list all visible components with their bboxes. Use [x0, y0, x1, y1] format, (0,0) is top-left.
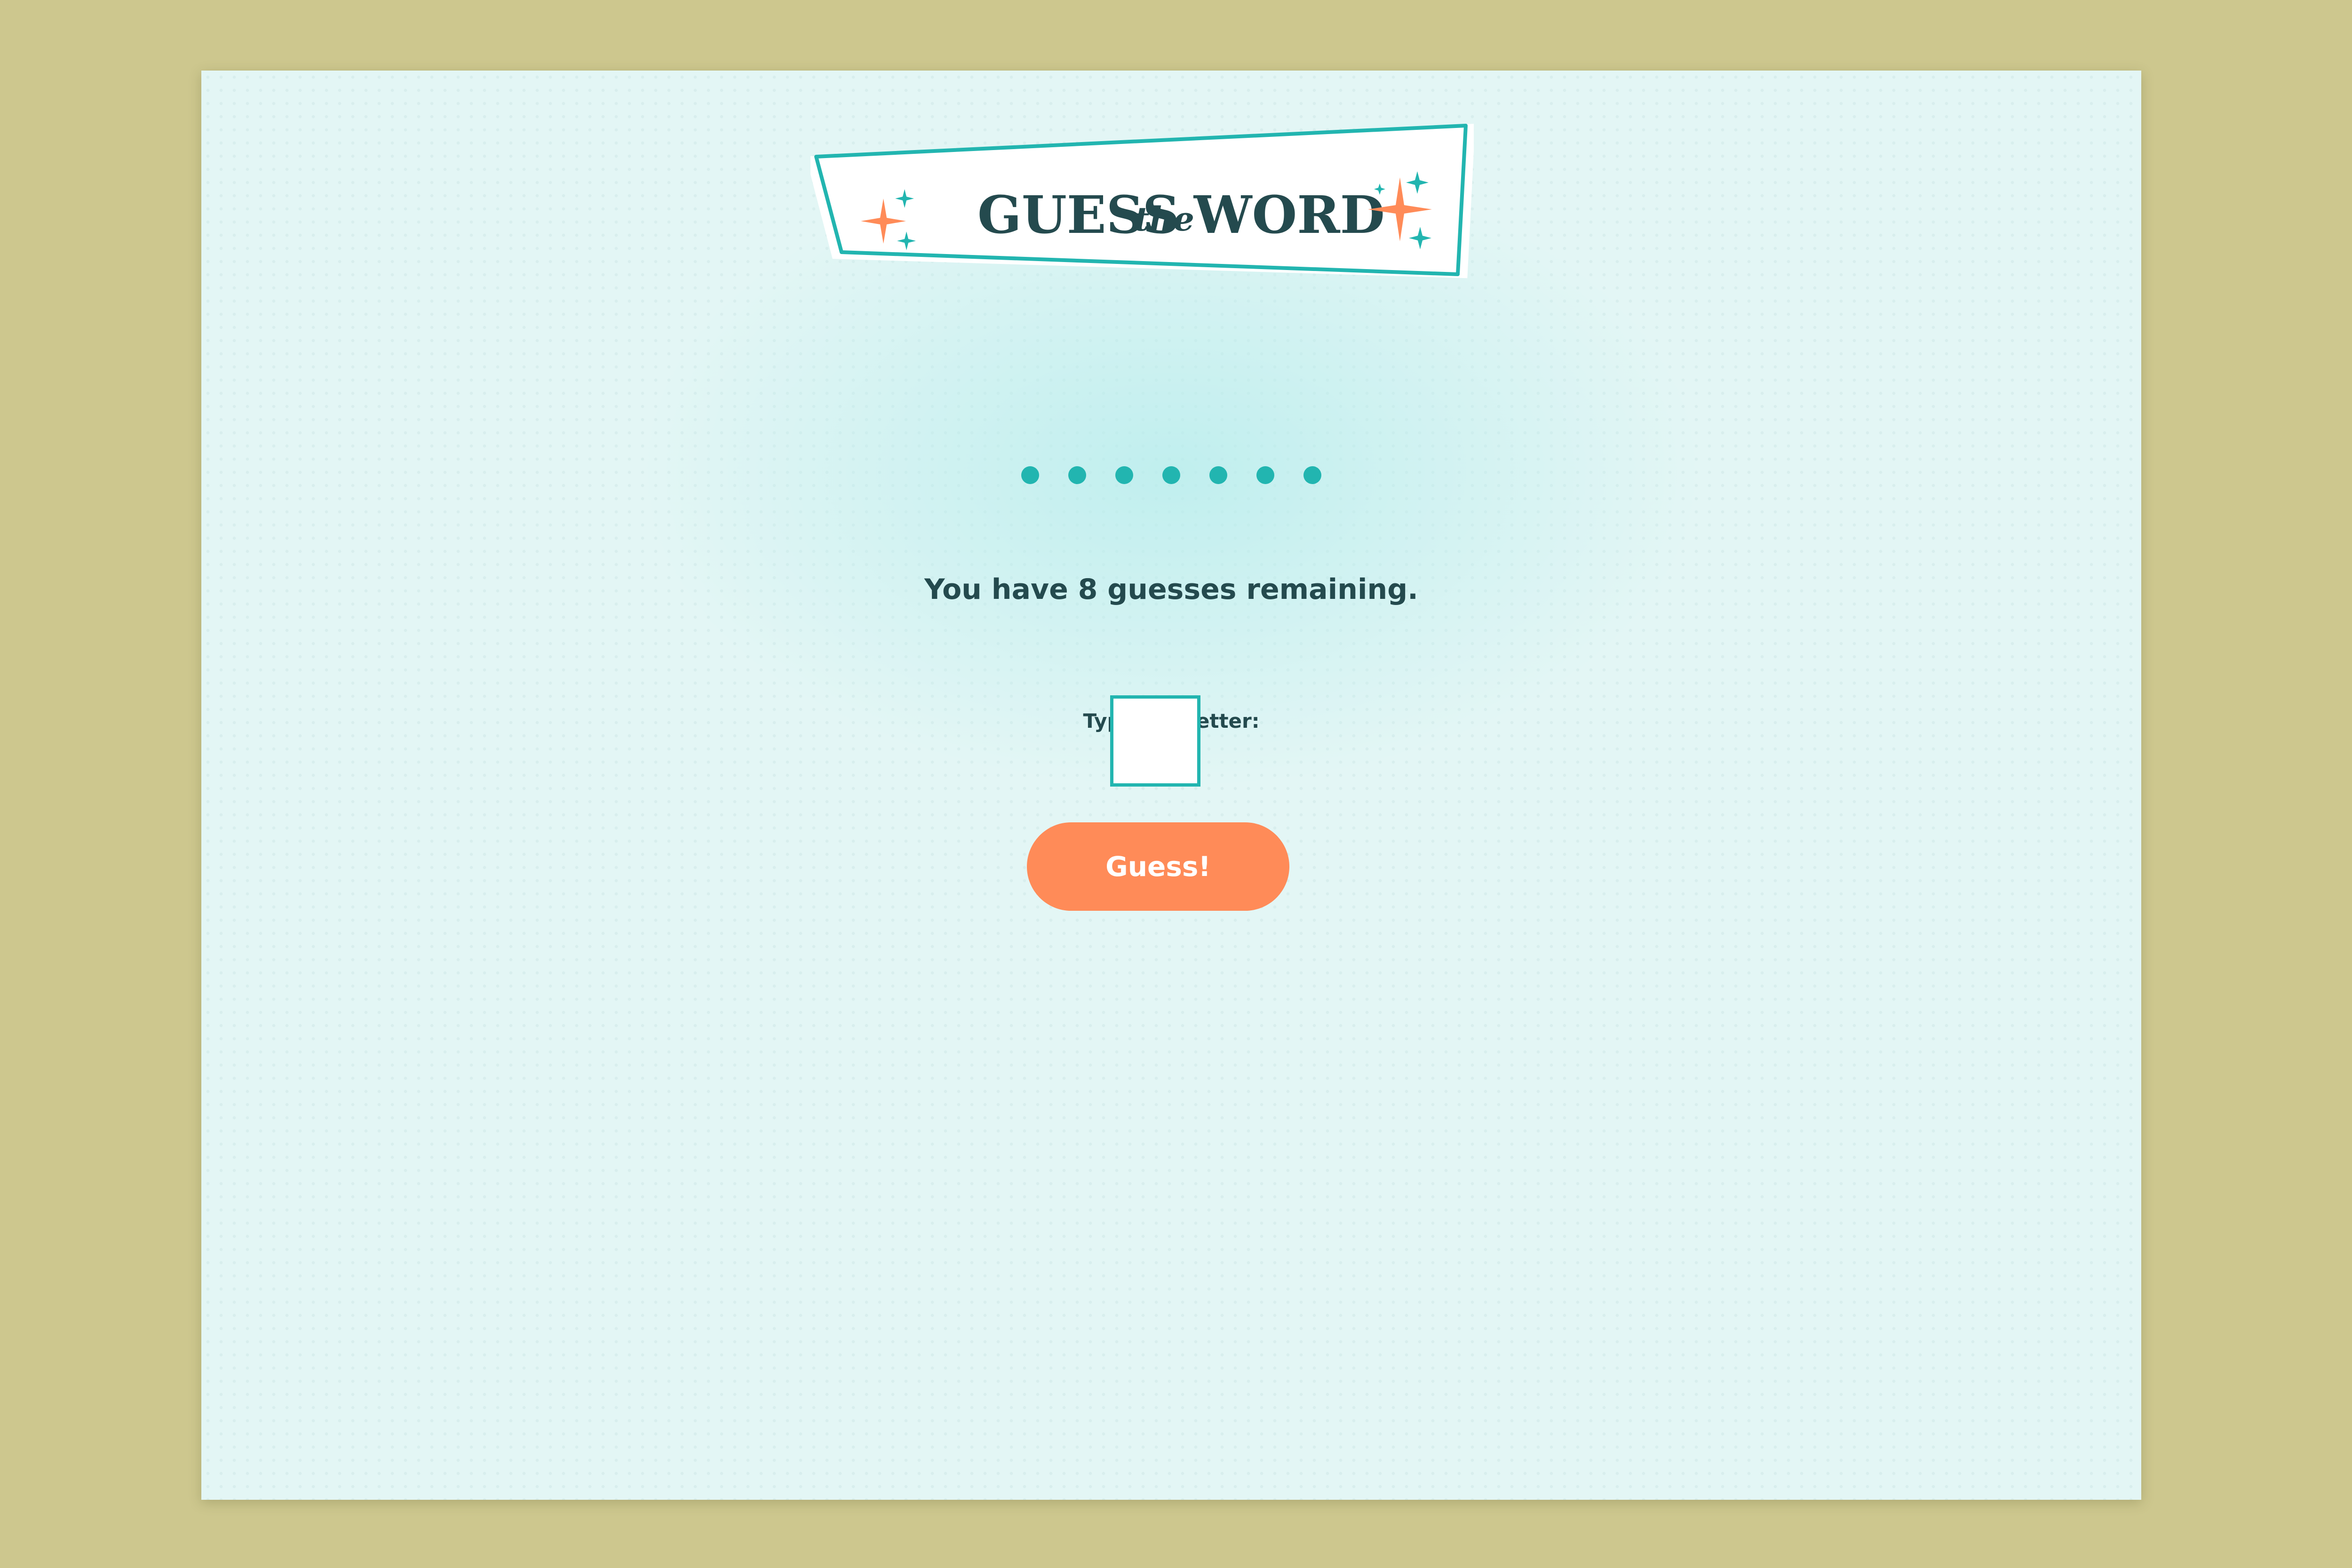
letter-placeholder: [1021, 466, 1039, 484]
title-word: WORD: [1193, 184, 1385, 245]
letter-placeholder: [1162, 466, 1180, 484]
hidden-word: [201, 461, 2141, 489]
letter-placeholder: [1256, 466, 1274, 484]
letter-input[interactable]: [1110, 695, 1200, 787]
title-the: the: [1134, 199, 1194, 239]
title-sign: GUESS the WORD: [810, 118, 1474, 296]
letter-placeholder: [1068, 466, 1086, 484]
letter-placeholder: [1303, 466, 1321, 484]
title-sign-graphic: GUESS the WORD: [810, 124, 1474, 279]
letter-placeholder: [1209, 466, 1227, 484]
guesses-remaining-text: You have 8 guesses remaining.: [924, 573, 1418, 606]
letter-placeholder: [1115, 466, 1133, 484]
game-panel: GUESS the WORD You have 8 guesses remain…: [201, 71, 2141, 1500]
guess-button[interactable]: Guess!: [1027, 822, 1289, 911]
